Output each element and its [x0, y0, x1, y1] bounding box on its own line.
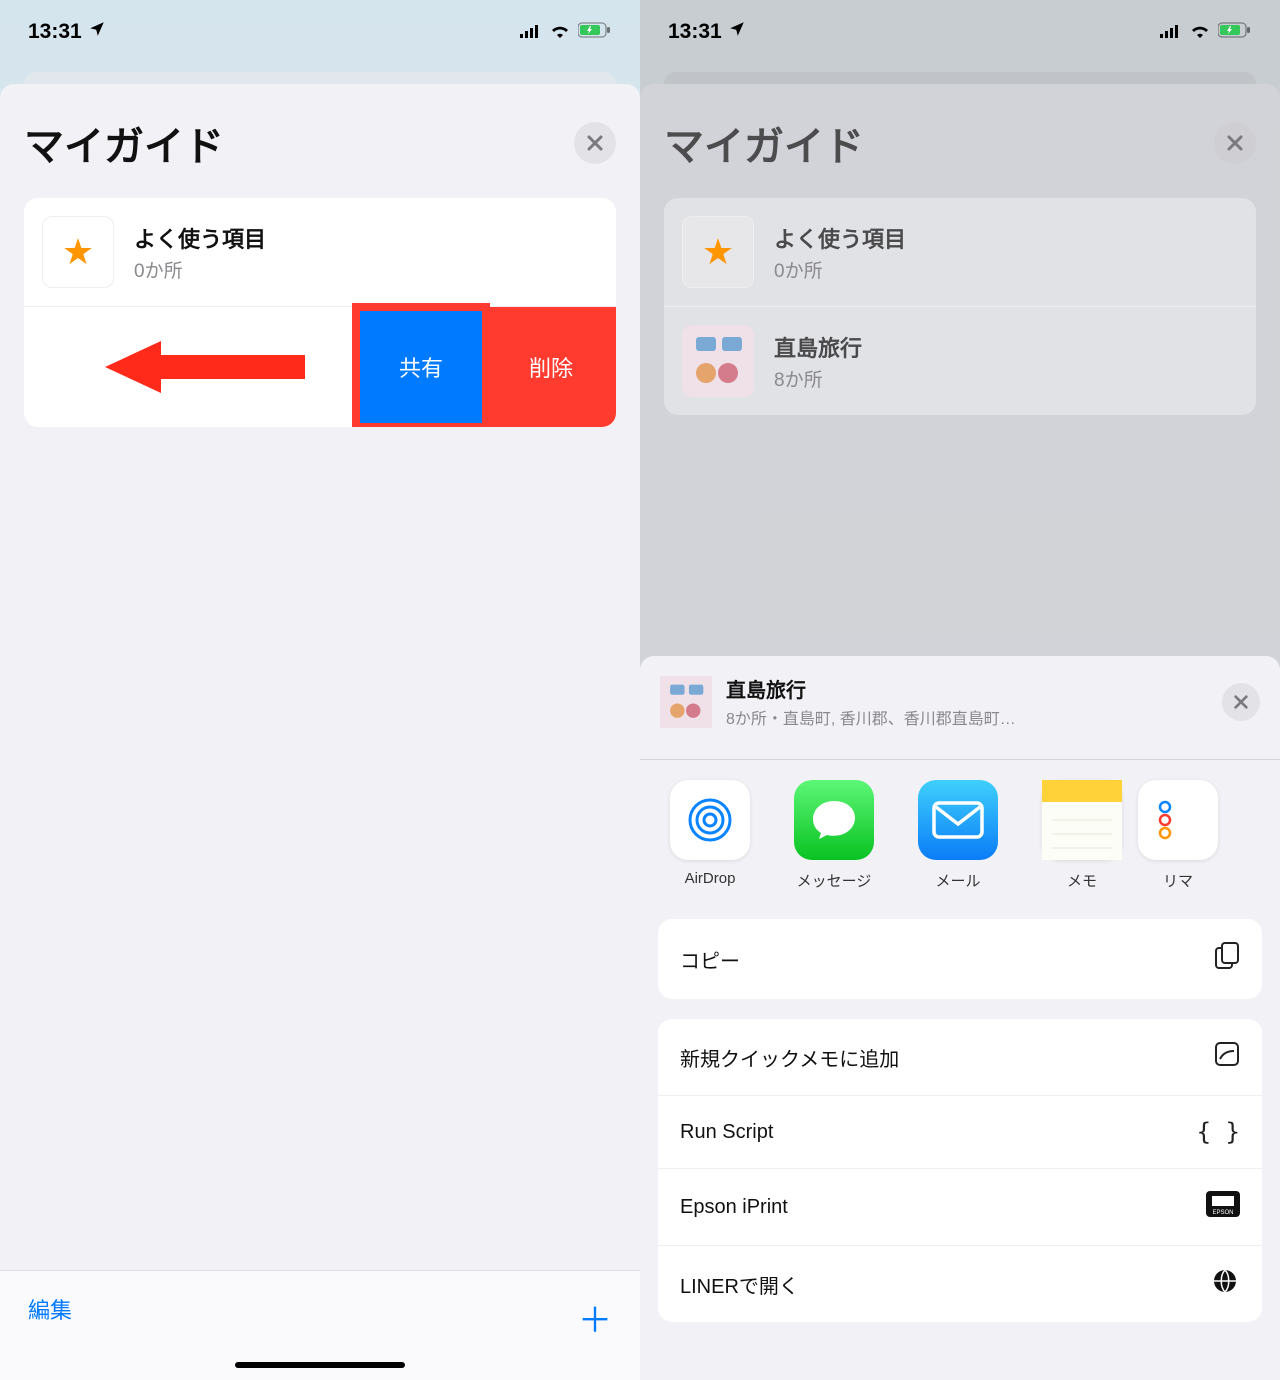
- share-app-mail[interactable]: メール: [910, 780, 1006, 891]
- close-button[interactable]: [574, 122, 616, 164]
- guide-name: 直島旅行: [774, 331, 1238, 363]
- delete-action[interactable]: 削除: [486, 307, 616, 427]
- svg-text:EPSON: EPSON: [1212, 1210, 1233, 1216]
- share-action[interactable]: 共有: [356, 307, 486, 427]
- myguide-sheet: マイガイド ★ よく使う項目 0か所 共有 削: [0, 84, 640, 1380]
- status-time: 13:31: [668, 20, 722, 44]
- cellular-icon: [1160, 20, 1182, 44]
- wifi-icon: [549, 20, 571, 44]
- share-app-airdrop[interactable]: AirDrop: [662, 780, 758, 891]
- screen-left: 13:31 マイガイド ★: [0, 0, 640, 1380]
- guide-list: ★ よく使う項目 0か所 直島旅行 8か所: [664, 198, 1256, 415]
- reminders-icon: [1138, 780, 1218, 860]
- add-button[interactable]: ＋: [578, 1293, 612, 1342]
- favorites-name: よく使う項目: [134, 222, 598, 254]
- copy-icon: [1214, 941, 1240, 977]
- mail-icon: [918, 780, 998, 860]
- share-title: 直島旅行: [726, 674, 1208, 703]
- status-time: 13:31: [28, 20, 82, 44]
- bottom-toolbar: 編集 ＋: [0, 1270, 640, 1380]
- guide-row-naoshima[interactable]: 直島旅行 8か所: [664, 307, 1256, 415]
- app-label: リマ: [1163, 870, 1193, 891]
- airdrop-icon: [670, 780, 750, 860]
- guide-list: ★ よく使う項目 0か所 共有 削除: [24, 198, 616, 427]
- share-app-notes[interactable]: メモ: [1034, 780, 1130, 891]
- star-icon: ★: [682, 216, 754, 288]
- action-epson[interactable]: Epson iPrint EPSON: [658, 1169, 1262, 1246]
- swipe-row: 共有 削除: [24, 307, 616, 427]
- cellular-icon: [520, 20, 542, 44]
- share-close-button[interactable]: [1222, 683, 1260, 721]
- share-header: 直島旅行 8か所・直島町, 香川郡、香川郡直島町…: [640, 656, 1280, 743]
- action-quicknote[interactable]: 新規クイックメモに追加: [658, 1019, 1262, 1096]
- battery-icon: [1218, 20, 1252, 44]
- status-bar: 13:31: [0, 0, 640, 60]
- app-label: メモ: [1067, 870, 1097, 891]
- favorites-count: 0か所: [774, 256, 1238, 283]
- battery-icon: [578, 20, 612, 44]
- swipe-arrow: [24, 307, 356, 427]
- home-indicator[interactable]: [235, 1362, 405, 1368]
- braces-icon: { }: [1197, 1118, 1240, 1146]
- action-runscript[interactable]: Run Script { }: [658, 1096, 1262, 1169]
- epson-icon: EPSON: [1206, 1191, 1240, 1223]
- share-app-reminders[interactable]: リマ: [1158, 780, 1198, 891]
- guide-thumbnail: [682, 325, 754, 397]
- share-apps-row: AirDrop メッセージ メール メモ: [640, 760, 1280, 911]
- app-label: メール: [935, 870, 980, 891]
- share-sheet: 直島旅行 8か所・直島町, 香川郡、香川郡直島町… AirDrop メッセージ: [640, 656, 1280, 1380]
- share-subtitle: 8か所・直島町, 香川郡、香川郡直島町…: [726, 705, 1146, 729]
- status-bar: 13:31: [640, 0, 1280, 60]
- screen-right: 13:31 マイガイド ★: [640, 0, 1280, 1380]
- app-label: AirDrop: [685, 870, 736, 887]
- action-liner[interactable]: LINERで開く: [658, 1246, 1262, 1322]
- sheet-title: マイガイド: [24, 114, 224, 172]
- app-label: メッセージ: [797, 870, 872, 891]
- edit-button[interactable]: 編集: [28, 1293, 72, 1325]
- liner-icon: [1210, 1268, 1240, 1300]
- share-action-copy-group: コピー: [658, 919, 1262, 999]
- wifi-icon: [1189, 20, 1211, 44]
- share-app-messages[interactable]: メッセージ: [786, 780, 882, 891]
- favorites-row[interactable]: ★ よく使う項目 0か所: [664, 198, 1256, 307]
- location-icon: [88, 20, 106, 44]
- location-icon: [728, 20, 746, 44]
- share-action-list: 新規クイックメモに追加 Run Script { } Epson iPrint …: [658, 1019, 1262, 1322]
- notes-icon: [1042, 780, 1122, 860]
- favorites-row[interactable]: ★ よく使う項目 0か所: [24, 198, 616, 307]
- quicknote-icon: [1214, 1041, 1240, 1073]
- share-thumbnail: [660, 676, 712, 728]
- close-button[interactable]: [1214, 122, 1256, 164]
- sheet-title: マイガイド: [664, 114, 864, 172]
- star-icon: ★: [42, 216, 114, 288]
- action-copy[interactable]: コピー: [658, 919, 1262, 999]
- messages-icon: [794, 780, 874, 860]
- favorites-count: 0か所: [134, 256, 598, 283]
- guide-count: 8か所: [774, 365, 1238, 392]
- favorites-name: よく使う項目: [774, 222, 1238, 254]
